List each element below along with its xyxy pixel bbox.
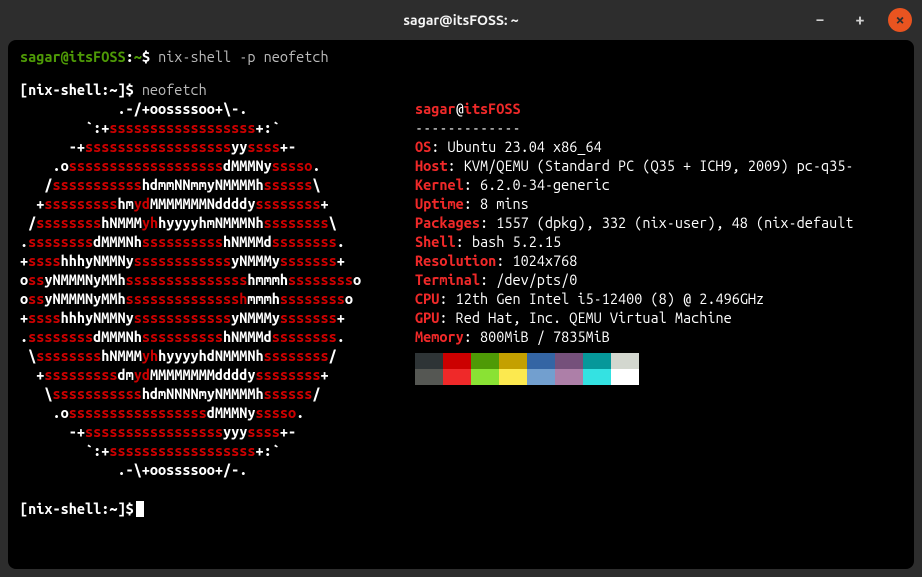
color-swatch — [555, 353, 583, 369]
info-value: : 12th Gen Intel i5-12400 (8) @ 2.496GHz — [439, 290, 764, 307]
info-value: : KVM/QEMU (Standard PC (Q35 + ICH9, 200… — [447, 157, 853, 174]
maximize-button[interactable]: + — [848, 8, 872, 32]
info-gpu: GPU: Red Hat, Inc. QEMU Virtual Machine — [415, 309, 902, 328]
info-value: : Ubuntu 23.04 x86_64 — [431, 138, 602, 155]
info-value: : 8 mins — [464, 195, 529, 212]
info-value: : 1557 (dpkg), 332 (nix-user), 48 (nix-d… — [480, 214, 854, 231]
info-label: Kernel — [415, 176, 464, 193]
color-swatch — [443, 353, 471, 369]
color-swatch — [611, 353, 639, 369]
info-packages: Packages: 1557 (dpkg), 332 (nix-user), 4… — [415, 214, 902, 233]
info-value: : /dev/pts/0 — [480, 271, 577, 288]
nix-shell-prompt: [nix-shell:~]$ — [20, 500, 134, 517]
info-resolution: Resolution: 1024x768 — [415, 252, 902, 271]
info-label: Resolution — [415, 252, 496, 269]
color-swatch — [527, 353, 555, 369]
info-label: Memory — [415, 328, 464, 345]
color-swatch — [415, 353, 443, 369]
info-label: GPU — [415, 309, 439, 326]
window-controls: – + × — [808, 8, 912, 32]
info-label: OS — [415, 138, 431, 155]
info-kernel: Kernel: 6.2.0-34-generic — [415, 176, 902, 195]
info-label: Host — [415, 157, 447, 174]
command-text: nix-shell -p neofetch — [158, 48, 329, 65]
color-swatch — [555, 369, 583, 385]
color-swatch — [583, 369, 611, 385]
prompt-path: ~ — [134, 48, 142, 65]
prompt-line-2: [nix-shell:~]$ neofetch — [20, 81, 902, 100]
info-host-row: Host: KVM/QEMU (Standard PC (Q35 + ICH9,… — [415, 157, 902, 176]
color-swatch — [443, 369, 471, 385]
close-button[interactable]: × — [888, 8, 912, 32]
command-text: neofetch — [142, 81, 207, 98]
ascii-logo: .-/+oossssoo+\-. `:+ssssssssssssssssss+:… — [20, 100, 385, 480]
info-userhost: sagar@itsFOSS — [415, 100, 902, 119]
neofetch-output: .-/+oossssoo+\-. `:+ssssssssssssssssss+:… — [20, 100, 902, 480]
color-swatch — [527, 369, 555, 385]
nix-shell-prompt: [nix-shell:~]$ — [20, 81, 142, 98]
color-swatch — [499, 369, 527, 385]
info-value: : Red Hat, Inc. QEMU Virtual Machine — [439, 309, 731, 326]
info-label: Uptime — [415, 195, 464, 212]
color-swatch — [583, 353, 611, 369]
info-label: Packages — [415, 214, 480, 231]
info-shell: Shell: bash 5.2.15 — [415, 233, 902, 252]
prompt-sep: : — [126, 48, 134, 65]
info-host: itsFOSS — [464, 100, 521, 117]
info-uptime: Uptime: 8 mins — [415, 195, 902, 214]
info-at: @ — [456, 100, 464, 117]
prompt-dollar: $ — [142, 48, 158, 65]
cursor-icon — [136, 501, 144, 517]
info-label: Terminal — [415, 271, 480, 288]
prompt-line-3: [nix-shell:~]$ — [20, 500, 902, 519]
system-info: sagar@itsFOSS ------------- OS: Ubuntu 2… — [415, 100, 902, 480]
color-swatches — [415, 353, 639, 385]
color-swatch — [415, 369, 443, 385]
info-memory: Memory: 800MiB / 7835MiB — [415, 328, 902, 347]
minimize-button[interactable]: – — [808, 8, 832, 32]
info-os: OS: Ubuntu 23.04 x86_64 — [415, 138, 902, 157]
window-title: sagar@itsFOSS: ~ — [403, 11, 518, 29]
info-user: sagar — [415, 100, 456, 117]
info-value: : 800MiB / 7835MiB — [464, 328, 610, 345]
color-swatch — [499, 353, 527, 369]
prompt-line-1: sagar@itsFOSS:~$ nix-shell -p neofetch — [20, 48, 902, 67]
color-swatch — [611, 369, 639, 385]
color-swatch — [471, 353, 499, 369]
info-label: CPU — [415, 290, 439, 307]
color-swatch — [471, 369, 499, 385]
info-value: : 6.2.0-34-generic — [464, 176, 610, 193]
titlebar: sagar@itsFOSS: ~ – + × — [0, 0, 922, 40]
info-label: Shell — [415, 233, 456, 250]
info-value: : bash 5.2.15 — [456, 233, 562, 250]
info-terminal: Terminal: /dev/pts/0 — [415, 271, 902, 290]
prompt-userhost: sagar@itsFOSS — [20, 48, 126, 65]
info-value: : 1024x768 — [496, 252, 577, 269]
info-divider: ------------- — [415, 119, 902, 138]
terminal-viewport[interactable]: sagar@itsFOSS:~$ nix-shell -p neofetch [… — [8, 40, 914, 569]
info-cpu: CPU: 12th Gen Intel i5-12400 (8) @ 2.496… — [415, 290, 902, 309]
